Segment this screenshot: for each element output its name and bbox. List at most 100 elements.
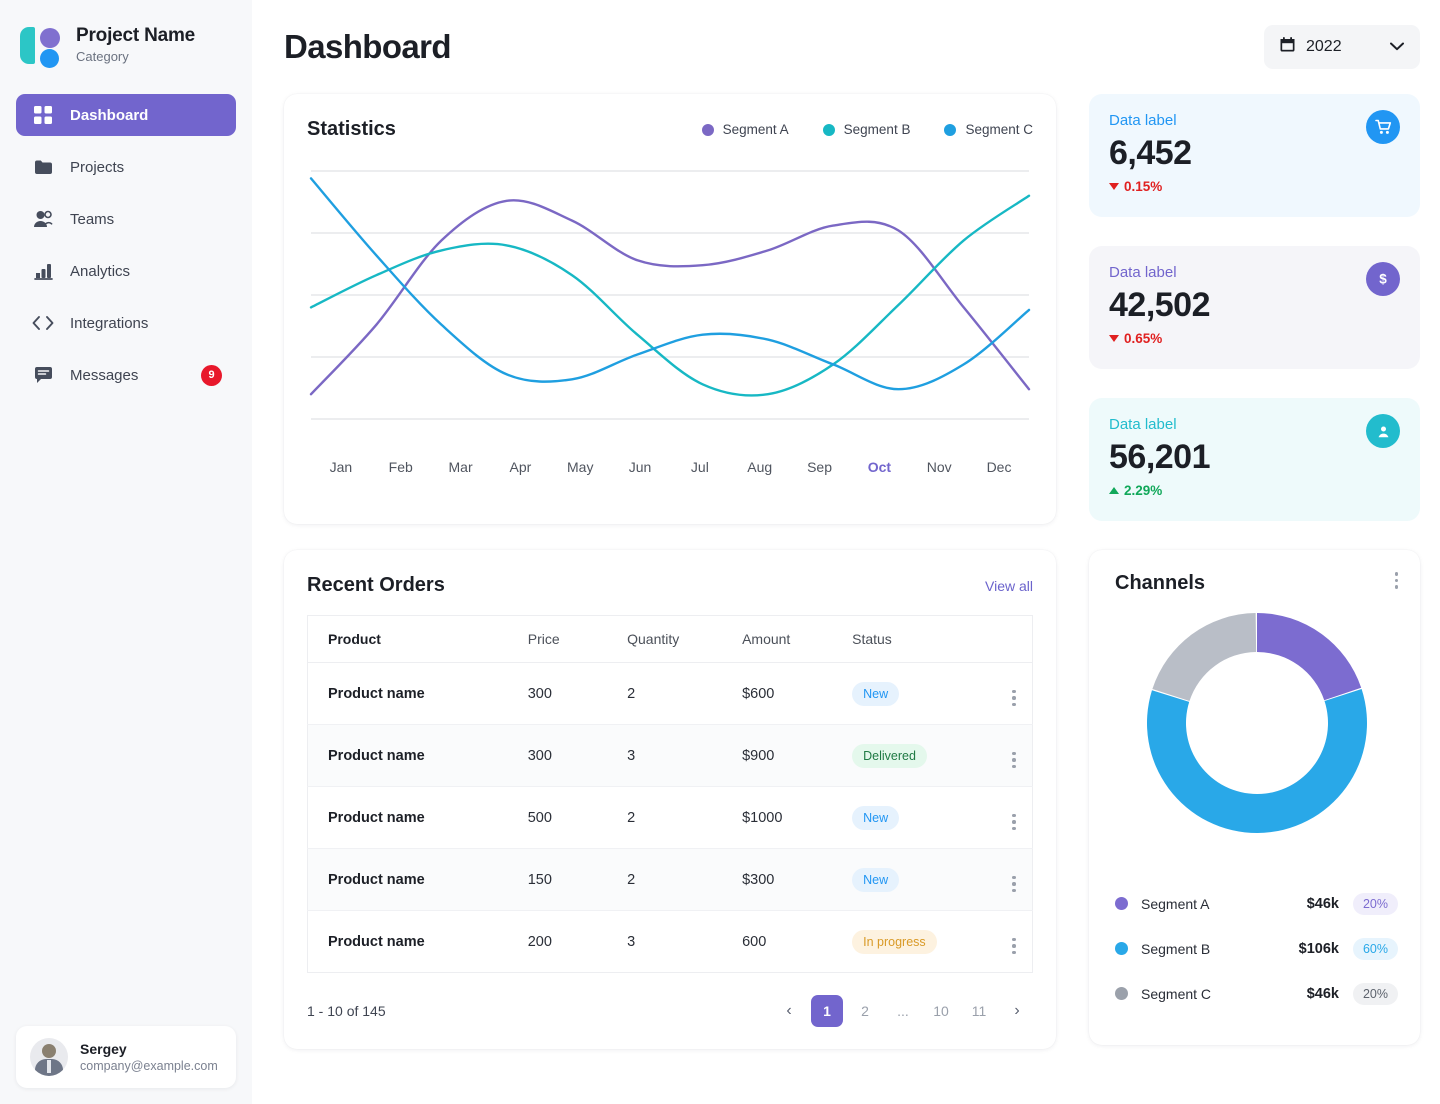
x-axis-label-sep[interactable]: Sep — [790, 459, 850, 475]
table-row[interactable]: Product name1502$300New — [308, 849, 1033, 911]
x-axis-label-dec[interactable]: Dec — [969, 459, 1029, 475]
bar-chart-icon — [32, 260, 54, 282]
legend-label: Segment B — [844, 122, 911, 137]
channel-amount: $46k — [1307, 896, 1339, 912]
kpi-value: 42,502 — [1109, 286, 1400, 325]
kpi-card-2[interactable]: Data label42,5020.65%$ — [1089, 246, 1420, 369]
legend-dot — [944, 124, 956, 136]
kpi-delta-value: 0.15% — [1124, 179, 1162, 194]
app-logo-icon — [18, 22, 64, 68]
x-axis-label-jan[interactable]: Jan — [311, 459, 371, 475]
x-axis-label-mar[interactable]: Mar — [431, 459, 491, 475]
sidebar-item-messages[interactable]: Messages 9 — [16, 354, 236, 396]
cell-actions — [976, 787, 1032, 849]
row-kebab-menu-icon[interactable] — [1012, 938, 1016, 955]
legend-label: Segment C — [965, 122, 1033, 137]
channel-legend-row[interactable]: Segment C$46k20% — [1115, 971, 1398, 1016]
table-row[interactable]: Product name2003600In progress — [308, 911, 1033, 973]
x-axis-label-may[interactable]: May — [550, 459, 610, 475]
pagination-info: 1 - 10 of 145 — [307, 1003, 386, 1019]
cell-amount: $900 — [722, 725, 832, 787]
column-header-status: Status — [832, 616, 976, 663]
donut-slice-segment-c[interactable] — [1152, 613, 1256, 701]
legend-item-segment-c[interactable]: Segment C — [944, 122, 1033, 137]
kebab-menu-icon[interactable] — [1395, 572, 1399, 589]
user-profile[interactable]: Sergey company@example.com — [16, 1026, 236, 1088]
brand[interactable]: Project Name Category — [0, 0, 252, 68]
kpi-card-1[interactable]: Data label6,4520.15% — [1089, 94, 1420, 217]
row-kebab-menu-icon[interactable] — [1012, 814, 1016, 831]
sidebar-item-integrations[interactable]: Integrations — [16, 302, 236, 344]
donut-slice-segment-a[interactable] — [1257, 613, 1361, 700]
channel-name: Segment A — [1141, 896, 1307, 912]
status-badge: New — [852, 806, 899, 830]
status-badge: Delivered — [852, 744, 927, 768]
code-icon — [32, 312, 54, 334]
table-row[interactable]: Product name5002$1000New — [308, 787, 1033, 849]
x-axis-label-apr[interactable]: Apr — [490, 459, 550, 475]
legend-item-segment-b[interactable]: Segment B — [823, 122, 911, 137]
pagination-page-11[interactable]: 11 — [963, 995, 995, 1027]
row-kebab-menu-icon[interactable] — [1012, 876, 1016, 893]
pagination-page-10[interactable]: 10 — [925, 995, 957, 1027]
x-axis-label-oct[interactable]: Oct — [849, 459, 909, 475]
row-kebab-menu-icon[interactable] — [1012, 690, 1016, 707]
chart-series-line — [311, 200, 1029, 394]
x-axis-label-jul[interactable]: Jul — [670, 459, 730, 475]
kpi-delta: 2.29% — [1109, 483, 1400, 498]
x-axis-label-nov[interactable]: Nov — [909, 459, 969, 475]
main-content: Dashboard 2022 Statistics — [252, 0, 1440, 1104]
sidebar-item-dashboard[interactable]: Dashboard — [16, 94, 236, 136]
donut-chart-svg — [1143, 609, 1371, 837]
row-kebab-menu-icon[interactable] — [1012, 752, 1016, 769]
shopping-cart-icon — [1366, 110, 1400, 144]
calendar-icon — [1280, 37, 1295, 57]
column-header-product: Product — [308, 616, 508, 663]
chart-x-axis: JanFebMarAprMayJunJulAugSepOctNovDec — [307, 459, 1033, 475]
sidebar-item-label: Dashboard — [70, 107, 148, 124]
channel-legend-row[interactable]: Segment B$106k60% — [1115, 926, 1398, 971]
donut-chart — [1115, 609, 1398, 837]
table-row[interactable]: Product name3003$900Delivered — [308, 725, 1033, 787]
profile-name: Sergey — [80, 1041, 218, 1057]
sidebar-nav: Dashboard Projects Teams Analytics — [0, 94, 252, 396]
kpi-delta-value: 0.65% — [1124, 331, 1162, 346]
recent-orders-card: Recent Orders View all ProductPriceQuant… — [284, 550, 1056, 1049]
x-axis-label-feb[interactable]: Feb — [371, 459, 431, 475]
table-row[interactable]: Product name3002$600New — [308, 663, 1033, 725]
view-all-link[interactable]: View all — [985, 578, 1033, 594]
status-badge: New — [852, 682, 899, 706]
x-axis-label-jun[interactable]: Jun — [610, 459, 670, 475]
pagination-prev[interactable]: ‹ — [773, 995, 805, 1027]
kpi-delta: 0.15% — [1109, 179, 1400, 194]
cell-actions — [976, 663, 1032, 725]
sidebar-item-label: Analytics — [70, 263, 130, 280]
cell-product: Product name — [308, 911, 508, 973]
legend-label: Segment A — [723, 122, 789, 137]
pagination-page-2[interactable]: 2 — [849, 995, 881, 1027]
pagination: 1 - 10 of 145 ‹12...1011› — [307, 995, 1033, 1027]
sidebar-item-label: Integrations — [70, 315, 148, 332]
pagination-page-1[interactable]: 1 — [811, 995, 843, 1027]
sidebar-item-teams[interactable]: Teams — [16, 198, 236, 240]
chevron-down-icon — [1390, 38, 1404, 56]
channel-amount: $46k — [1307, 986, 1339, 1002]
sidebar-item-projects[interactable]: Projects — [16, 146, 236, 188]
messages-badge: 9 — [201, 365, 222, 386]
brand-category: Category — [76, 50, 195, 65]
channel-percent: 20% — [1353, 893, 1398, 915]
kpi-card-3[interactable]: Data label56,2012.29% — [1089, 398, 1420, 521]
column-header-amount: Amount — [722, 616, 832, 663]
kpi-value: 6,452 — [1109, 134, 1400, 173]
sidebar-item-analytics[interactable]: Analytics — [16, 250, 236, 292]
legend-item-segment-a[interactable]: Segment A — [702, 122, 789, 137]
pagination-next[interactable]: › — [1001, 995, 1033, 1027]
year-select[interactable]: 2022 — [1264, 25, 1420, 69]
cell-product: Product name — [308, 849, 508, 911]
cell-product: Product name — [308, 787, 508, 849]
x-axis-label-aug[interactable]: Aug — [730, 459, 790, 475]
donut-slice-segment-b[interactable] — [1147, 689, 1367, 833]
channel-legend-row[interactable]: Segment A$46k 20% — [1115, 881, 1398, 926]
line-chart-svg — [307, 157, 1033, 442]
column-header-quantity: Quantity — [607, 616, 722, 663]
